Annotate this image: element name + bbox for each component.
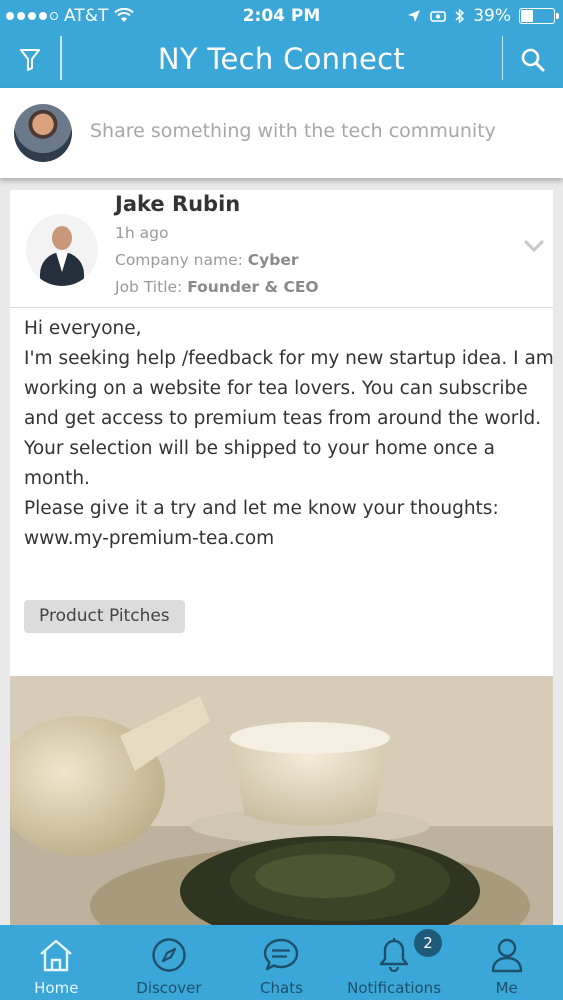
alarm-icon [430,11,447,22]
battery-fill [521,10,533,22]
author-name[interactable]: Jake Rubin [115,192,240,216]
tab-notifications[interactable]: 2 Notifications [338,925,451,1000]
location-arrow-icon [408,10,421,22]
tab-chats-label: Chats [260,979,303,997]
user-avatar[interactable] [14,104,72,162]
post-body-line: Your selection will be shipped to your h… [24,438,495,459]
page-title: NY Tech Connect [157,42,406,76]
home-icon [36,935,76,975]
post-body: Hi everyone, I'm seeking help /feedback … [24,314,554,554]
tea-photo-drawing [10,676,553,925]
post-composer[interactable]: Share something with the tech community [0,88,563,178]
author-avatar[interactable] [26,214,98,286]
job-title: Founder & CEO [187,278,319,296]
battery-percent: 39% [473,6,511,26]
tab-discover-label: Discover [136,979,202,997]
status-bar: AT&T 2:04 PM 39% [0,0,563,32]
tab-home[interactable]: Home [0,925,113,1000]
bell-icon [374,935,414,975]
notification-badge: 2 [414,929,443,957]
tag-chip[interactable]: Product Pitches [24,600,185,633]
post-body-line: I'm seeking help /feedback for my new st… [24,348,554,369]
post-card: Jake Rubin 1h ago Company name: Cyber Jo… [10,190,554,925]
person-icon [487,935,527,975]
company-line: Company name: Cyber [115,251,299,269]
tab-home-label: Home [34,979,79,997]
tea-photo[interactable] [10,676,553,925]
post-body-line: working on a website for tea lovers. You… [24,378,528,399]
post-body-link[interactable]: www.my-premium-tea.com [24,524,544,554]
status-right: 39% [407,6,559,26]
chevron-down-icon[interactable] [523,238,545,254]
app-header: AT&T 2:04 PM 39% NY Tech Connect [0,0,563,88]
tab-notifications-label: Notifications [347,979,442,997]
tab-discover[interactable]: Discover [113,925,226,1000]
search-button[interactable] [515,44,551,76]
post-body-line: and get access to premium teas from arou… [24,408,542,429]
job-title-label: Job Title: [115,278,183,296]
company-label: Company name: [115,251,243,269]
composer-placeholder[interactable]: Share something with the tech community [90,120,496,142]
tab-me[interactable]: Me [450,925,563,1000]
post-time: 1h ago [115,224,169,242]
chat-bubble-icon [261,935,301,975]
job-title-line: Job Title: Founder & CEO [115,278,319,296]
navbar: NY Tech Connect [0,32,563,88]
compass-icon [149,935,189,975]
card-divider [10,307,553,308]
nav-divider-right [501,36,503,80]
bluetooth-icon [455,8,465,24]
tab-chats[interactable]: Chats [225,925,338,1000]
post-body-line: Hi everyone, [24,318,142,339]
post-body-line: month. [24,468,90,489]
battery-icon [519,8,559,24]
search-icon [521,48,545,72]
tab-bar: Home Discover Chats 2 Notifications Me [0,925,563,1000]
company-name: Cyber [247,251,299,269]
post-body-line: Please give it a try and let me know you… [24,498,499,519]
tab-me-label: Me [495,979,518,997]
